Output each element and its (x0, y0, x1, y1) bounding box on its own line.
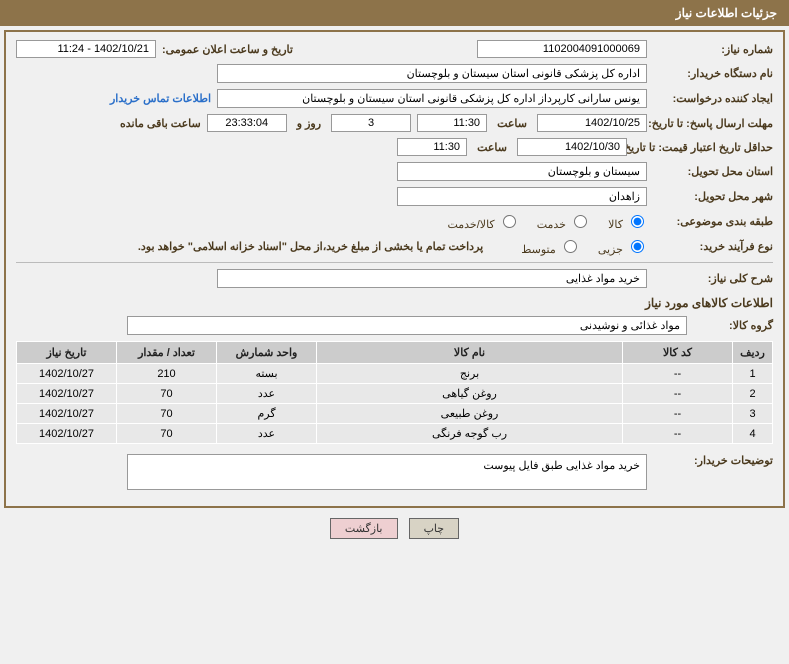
requester-value: یونس سارانی کارپرداز اداره کل پزشکی قانو… (217, 89, 647, 108)
goods-group-value: مواد غذائی و نوشیدنی (127, 316, 687, 335)
table-cell: 3 (733, 404, 773, 424)
validity-date-value: 1402/10/30 (517, 138, 627, 156)
table-cell: -- (623, 364, 733, 384)
table-row: 1--برنجبسته2101402/10/27 (17, 364, 773, 384)
delivery-city-label: شهر محل تحویل: (653, 190, 773, 203)
announce-label: تاریخ و ساعت اعلان عمومی: (162, 43, 293, 56)
requester-label: ایجاد کننده درخواست: (653, 92, 773, 105)
th-qty: تعداد / مقدار (117, 342, 217, 364)
table-cell: -- (623, 424, 733, 444)
goods-section-title: اطلاعات کالاهای مورد نیاز (16, 296, 773, 310)
class-opt1-label: کالا (608, 219, 623, 231)
table-cell: 1 (733, 364, 773, 384)
process-opt2-label: متوسط (521, 244, 556, 256)
table-cell: 70 (117, 404, 217, 424)
details-frame: شماره نیاز: 1102004091000069 تاریخ و ساع… (4, 30, 785, 508)
buyer-org-value: اداره کل پزشکی قانونی استان سیستان و بلو… (217, 64, 647, 83)
payment-note: پرداخت تمام یا بخشی از مبلغ خرید،از محل … (138, 240, 483, 253)
buyer-org-label: نام دستگاه خریدار: (653, 67, 773, 80)
time-label-1: ساعت (497, 117, 527, 130)
table-cell: روغن طبیعی (317, 404, 623, 424)
table-cell: بسته (217, 364, 317, 384)
need-number-label: شماره نیاز: (653, 43, 773, 56)
announce-datetime-value: 1402/10/21 - 11:24 (16, 40, 156, 58)
class-radio-goods[interactable]: کالا (608, 212, 647, 231)
validity-label: حداقل تاریخ اعتبار قیمت: تا تاریخ: (633, 141, 773, 154)
back-button[interactable]: بازگشت (330, 518, 398, 539)
deadline-date-value: 1402/10/25 (537, 114, 647, 132)
table-cell: 4 (733, 424, 773, 444)
classification-label: طبقه بندی موضوعی: (653, 215, 773, 228)
table-cell: 1402/10/27 (17, 404, 117, 424)
table-cell: 1402/10/27 (17, 424, 117, 444)
delivery-province-label: استان محل تحویل: (653, 165, 773, 178)
process-radio-minor[interactable]: جزیی (598, 237, 647, 256)
th-unit: واحد شمارش (217, 342, 317, 364)
table-cell: 1402/10/27 (17, 384, 117, 404)
need-number-value: 1102004091000069 (477, 40, 647, 58)
process-type-label: نوع فرآیند خرید: (653, 240, 773, 253)
deadline-send-label: مهلت ارسال پاسخ: تا تاریخ: (653, 117, 773, 130)
th-date: تاریخ نیاز (17, 342, 117, 364)
goods-group-label: گروه کالا: (693, 319, 773, 332)
table-row: 4--رب گوجه فرنگیعدد701402/10/27 (17, 424, 773, 444)
table-row: 3--روغن طبیعیگرم701402/10/27 (17, 404, 773, 424)
overview-label: شرح کلی نیاز: (653, 272, 773, 285)
table-cell: عدد (217, 384, 317, 404)
th-code: کد کالا (623, 342, 733, 364)
table-cell: -- (623, 404, 733, 424)
validity-time-value: 11:30 (397, 138, 467, 156)
table-cell: روغن گیاهی (317, 384, 623, 404)
table-cell: 210 (117, 364, 217, 384)
remaining-label: ساعت باقی مانده (120, 117, 201, 130)
table-row: 2--روغن گیاهیعدد701402/10/27 (17, 384, 773, 404)
items-table: ردیف کد کالا نام کالا واحد شمارش تعداد /… (16, 341, 773, 444)
delivery-city-value: زاهدان (397, 187, 647, 206)
table-cell: 2 (733, 384, 773, 404)
class-opt2-label: خدمت (537, 219, 566, 231)
countdown-value: 23:33:04 (207, 114, 287, 132)
process-opt1-label: جزیی (598, 244, 623, 256)
table-cell: 70 (117, 384, 217, 404)
process-radio-medium[interactable]: متوسط (521, 237, 580, 256)
buyer-notes-label: توضیحات خریدار: (653, 454, 773, 467)
day-and-label: روز و (297, 117, 321, 130)
days-remaining-value: 3 (331, 114, 411, 132)
deadline-time-value: 11:30 (417, 114, 487, 132)
table-cell: عدد (217, 424, 317, 444)
th-row: ردیف (733, 342, 773, 364)
buyer-contact-link[interactable]: اطلاعات تماس خریدار (110, 92, 211, 105)
page-title: جزئیات اطلاعات نیاز (0, 0, 789, 26)
time-label-2: ساعت (477, 141, 507, 154)
divider-1 (16, 262, 773, 263)
table-cell: گرم (217, 404, 317, 424)
table-cell: رب گوجه فرنگی (317, 424, 623, 444)
table-cell: -- (623, 384, 733, 404)
overview-value: خرید مواد غذایی (217, 269, 647, 288)
table-cell: 1402/10/27 (17, 364, 117, 384)
table-cell: برنج (317, 364, 623, 384)
buyer-notes-value: خرید مواد غذایی طبق فایل پیوست (127, 454, 647, 490)
delivery-province-value: سیستان و بلوچستان (397, 162, 647, 181)
print-button[interactable]: چاپ (409, 518, 460, 539)
class-radio-both[interactable]: کالا/خدمت (447, 212, 518, 231)
th-name: نام کالا (317, 342, 623, 364)
class-opt3-label: کالا/خدمت (447, 219, 494, 231)
class-radio-service[interactable]: خدمت (537, 212, 590, 231)
table-cell: 70 (117, 424, 217, 444)
